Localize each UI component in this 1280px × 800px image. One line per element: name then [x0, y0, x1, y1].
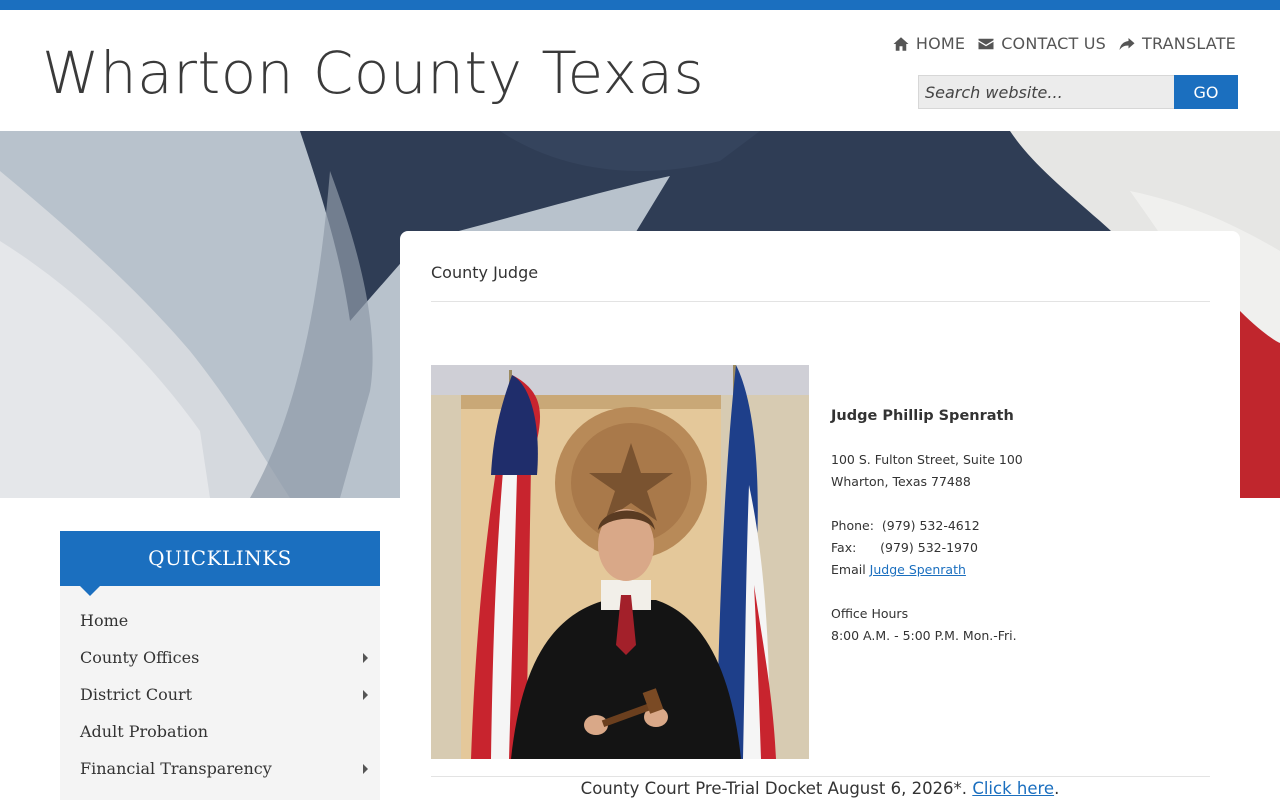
office-hours-label: Office Hours	[831, 606, 909, 621]
judge-name: Judge Phillip Spenrath	[831, 408, 1014, 424]
nav-translate-link[interactable]: TRANSLATE	[1118, 34, 1236, 53]
nav-translate-label: TRANSLATE	[1142, 34, 1236, 53]
nav-contact-label: CONTACT US	[1001, 34, 1107, 53]
submenu-arrow-icon	[363, 653, 368, 663]
submenu-arrow-icon	[363, 690, 368, 700]
site-header: Wharton County Texas HOME CONTACT US TRA…	[0, 10, 1280, 131]
heading-notch	[80, 586, 100, 596]
judge-contact-info: Judge Phillip Spenrath 100 S. Fulton Str…	[831, 405, 1191, 647]
content-divider	[431, 776, 1210, 777]
docket-click-here-link[interactable]: Click here	[972, 779, 1054, 798]
top-nav: HOME CONTACT US TRANSLATE	[892, 34, 1236, 53]
email-judge-link[interactable]: Judge Spenrath	[870, 562, 966, 577]
docket-notice: County Court Pre-Trial Docket August 6, …	[400, 779, 1240, 798]
title-divider	[431, 301, 1210, 302]
quicklink-label: Financial Transparency	[80, 759, 272, 778]
address-line-2: Wharton, Texas 77488	[831, 474, 971, 489]
site-title[interactable]: Wharton County Texas	[42, 38, 704, 108]
quicklinks-list: Home County Offices District Court Adult…	[60, 586, 380, 789]
nav-contact-link[interactable]: CONTACT US	[977, 34, 1106, 53]
quicklink-district-court[interactable]: District Court	[60, 678, 380, 715]
search-form: GO	[918, 75, 1238, 109]
quicklink-label: District Court	[80, 685, 193, 704]
main-content-card: County Judge Judge Phillip Spenrath 100 …	[400, 231, 1240, 800]
share-arrow-icon	[1119, 37, 1135, 50]
nav-home-label: HOME	[915, 34, 966, 53]
office-hours: 8:00 A.M. - 5:00 P.M. Mon.-Fri.	[831, 628, 1017, 643]
phone-number: Phone: (979) 532-4612	[831, 518, 980, 533]
top-accent-bar	[0, 0, 1280, 10]
judge-photo	[431, 365, 809, 759]
search-go-button[interactable]: GO	[1174, 75, 1238, 109]
quicklinks-panel: QUICKLINKS Home County Offices District …	[60, 531, 380, 800]
quicklinks-heading: QUICKLINKS	[60, 531, 380, 596]
quicklink-adult-probation[interactable]: Adult Probation	[60, 715, 380, 752]
address-line-1: 100 S. Fulton Street, Suite 100	[831, 452, 1023, 467]
quicklink-label: County Offices	[80, 648, 200, 667]
judge-portrait-image	[431, 365, 809, 759]
email-row: Email Judge Spenrath	[831, 559, 1191, 581]
docket-text: County Court Pre-Trial Docket August 6, …	[580, 779, 968, 798]
submenu-arrow-icon	[363, 764, 368, 774]
email-label: Email	[831, 562, 866, 577]
quicklink-label: Home	[80, 611, 129, 630]
search-input[interactable]	[918, 75, 1174, 109]
nav-home-link[interactable]: HOME	[892, 34, 965, 53]
page-title: County Judge	[431, 263, 539, 282]
docket-period: .	[1054, 779, 1060, 798]
envelope-icon	[978, 38, 994, 49]
home-icon	[893, 36, 909, 51]
quicklink-home[interactable]: Home	[60, 604, 380, 641]
quicklink-financial-transparency[interactable]: Financial Transparency	[60, 752, 380, 789]
quicklinks-title: QUICKLINKS	[148, 546, 292, 570]
quicklink-county-offices[interactable]: County Offices	[60, 641, 380, 678]
fax-number: Fax: (979) 532-1970	[831, 540, 978, 555]
quicklink-label: Adult Probation	[80, 722, 209, 741]
